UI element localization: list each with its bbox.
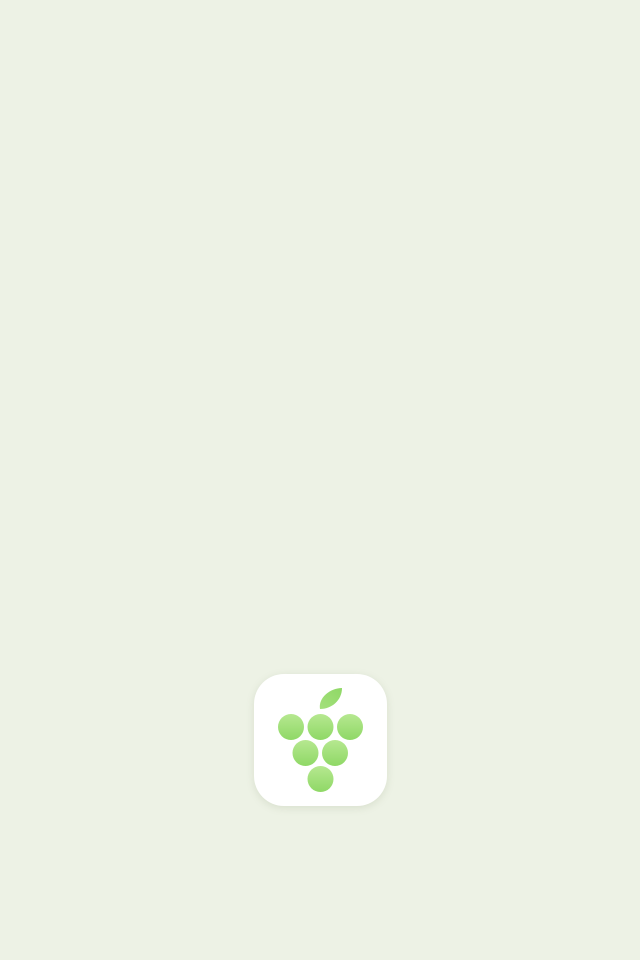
grape	[292, 740, 319, 766]
leaf-shape	[319, 688, 342, 709]
grape-bunch-icon	[278, 688, 363, 792]
splash-screen: { "screen": { "type": "splash", "backgro…	[0, 0, 640, 960]
grape	[322, 740, 348, 766]
grape	[278, 714, 304, 740]
grape	[307, 766, 334, 792]
grape	[307, 714, 334, 740]
app-icon	[254, 674, 387, 806]
grape	[337, 714, 363, 740]
